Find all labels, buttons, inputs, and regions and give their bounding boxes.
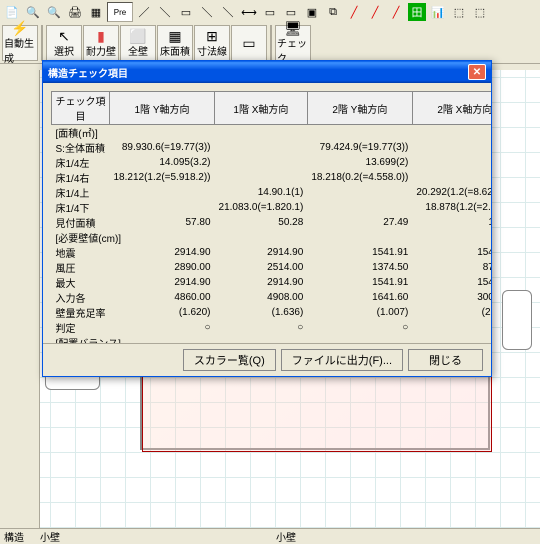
col-header: 2階 Y軸方向 [307, 92, 412, 125]
dialog-title: 構造チェック項目 [48, 65, 128, 80]
check-button[interactable]: 🖥チェック [275, 25, 311, 61]
left-panel [0, 70, 40, 528]
main-toolbar: 📄 🔍 🔍 🖨 ▦ Pre ／ ＼ ▭ ＼ ＼ ⟷ ▭ ▭ ▣ ⧉ ╱ ╱ ╱ … [0, 0, 540, 64]
line4-icon[interactable]: ＼ [218, 2, 238, 22]
chart-icon[interactable]: 📊 [428, 2, 448, 22]
table-row: 地震2914.902914.901541.911541.91 [52, 245, 492, 260]
layer3-icon[interactable]: ╱ [386, 2, 406, 22]
dim-button[interactable]: ⊞寸法線 [194, 25, 230, 61]
box1-icon[interactable]: ▭ [260, 2, 280, 22]
close-icon[interactable]: ✕ [468, 64, 486, 80]
layer1-icon[interactable]: ╱ [344, 2, 364, 22]
car-outline-2 [502, 290, 532, 350]
floor-button[interactable]: ▦床面積 [157, 25, 193, 61]
grid-icon[interactable]: ▦ [86, 2, 106, 22]
section-header: [面積(㎡)] [52, 125, 492, 141]
check-table: チェック項目1階 Y軸方向1階 X軸方向2階 Y軸方向2階 X軸方向 [面積(㎡… [51, 91, 491, 343]
table-row: 入力各4860.004908.001641.603004.80 [52, 290, 492, 305]
box2-icon[interactable]: ▭ [281, 2, 301, 22]
status-left: 構造 [4, 529, 24, 540]
dialog-body: チェック項目1階 Y軸方向1階 X軸方向2階 Y軸方向2階 X軸方向 [面積(㎡… [43, 83, 491, 343]
blank-button[interactable]: ▭ [231, 25, 267, 61]
print-icon[interactable]: 🖨 [65, 2, 85, 22]
col-header: 2階 X軸方向 [412, 92, 491, 125]
output-button[interactable]: ファイルに出力(F)... [281, 349, 403, 371]
table-row: 床1/4上14.90.1(1)20.292(1.2(=8.629.0)) [52, 185, 492, 200]
line1-icon[interactable]: ／ [134, 2, 154, 22]
table-row: 風圧2890.002514.001374.50877.00 [52, 260, 492, 275]
structure-check-dialog: 構造チェック項目 ✕ チェック項目1階 Y軸方向1階 X軸方向2階 Y軸方向2階… [42, 60, 492, 377]
table-row: 壁量充足率(1.620)(1.636)(1.007)(2.007) [52, 305, 492, 320]
auto-gen-button[interactable]: ⚡自動生成 [2, 25, 38, 61]
new-icon[interactable]: 📄 [2, 2, 22, 22]
dialog-footer: スカラー覧(Q) ファイルに出力(F)... 閉じる [43, 343, 491, 376]
all-wall-button[interactable]: ⬜全壁 [120, 25, 156, 61]
tbl-icon[interactable]: 田 [407, 2, 427, 22]
dialog-titlebar[interactable]: 構造チェック項目 ✕ [43, 61, 491, 83]
line2-icon[interactable]: ＼ [155, 2, 175, 22]
status-mid: 小壁 [40, 529, 60, 540]
opt2-icon[interactable]: ⬚ [470, 2, 490, 22]
close-button[interactable]: 閉じる [408, 349, 483, 371]
section-header: [必要壁値(cm)] [52, 230, 492, 245]
zoom-out-icon[interactable]: 🔍 [44, 2, 64, 22]
section-header: [配置バランス] [52, 335, 492, 343]
status-right: 小壁 [276, 529, 296, 540]
layer2-icon[interactable]: ╱ [365, 2, 385, 22]
table-row: 判定○○○○ [52, 320, 492, 335]
copy-icon[interactable]: ⧉ [323, 2, 343, 22]
table-row: 床1/4下21.083.0(=1.820.1)18.878(1.2(=2.211… [52, 200, 492, 215]
dim-icon[interactable]: ⟷ [239, 2, 259, 22]
col-header: 1階 X軸方向 [215, 92, 308, 125]
scalar-button[interactable]: スカラー覧(Q) [183, 349, 276, 371]
zoom-in-icon[interactable]: 🔍 [23, 2, 43, 22]
rect-icon[interactable]: ▭ [176, 2, 196, 22]
table-row: 見付面積57.8050.2827.4917.14 [52, 215, 492, 230]
table-row: S:全体面積89.930.6(=19.77(3))79.424.9(=19.77… [52, 140, 492, 155]
wall-button[interactable]: ▮耐力壁 [83, 25, 119, 61]
status-bar: 構造 小壁 小壁 [0, 528, 540, 540]
table-row: 床1/4右18.212(1.2(=5.918.2))18.218(0.2(=4.… [52, 170, 492, 185]
opt1-icon[interactable]: ⬚ [449, 2, 469, 22]
col-header: 1階 Y軸方向 [110, 92, 215, 125]
line3-icon[interactable]: ＼ [197, 2, 217, 22]
area-icon[interactable]: ▣ [302, 2, 322, 22]
table-row: 床1/4左14.095(3.2)13.699(2) [52, 155, 492, 170]
table-row: 最大2914.902914.901541.911541.91 [52, 275, 492, 290]
select-button[interactable]: ↖選択 [46, 25, 82, 61]
col-header: チェック項目 [52, 92, 110, 125]
pre-btn[interactable]: Pre [107, 2, 133, 22]
